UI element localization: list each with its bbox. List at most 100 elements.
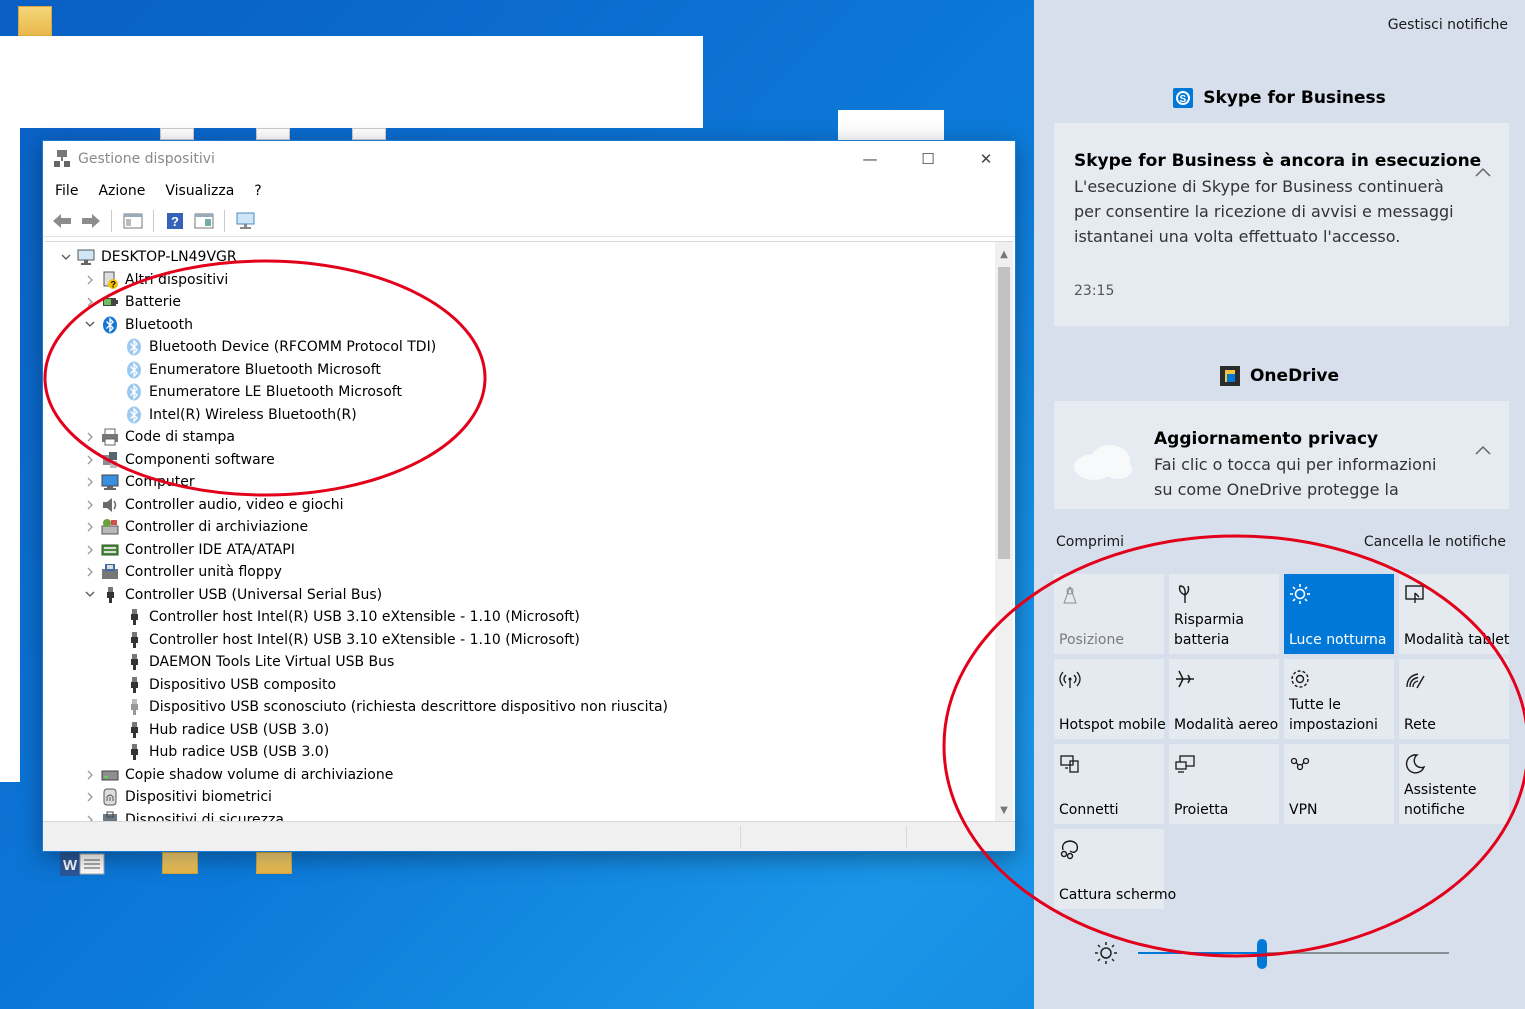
notification-title: Skype for Business è ancora in esecuzion…: [1074, 151, 1482, 171]
scan-hardware-button[interactable]: [233, 208, 258, 233]
quick-action-tablet-mode[interactable]: Modalità tablet: [1399, 574, 1509, 654]
ide-icon: [101, 541, 119, 559]
collapsed-chevron-icon[interactable]: [83, 455, 97, 465]
collapsed-chevron-icon[interactable]: [83, 770, 97, 780]
collapse-link[interactable]: Comprimi: [1056, 534, 1124, 550]
tree-node[interactable]: DESKTOP-LN49VGR: [45, 246, 993, 269]
expanded-chevron-icon[interactable]: [59, 254, 73, 261]
window-title: Gestione dispositivi: [78, 151, 215, 167]
quick-action-label: Rete: [1404, 717, 1436, 733]
collapsed-chevron-icon[interactable]: [83, 792, 97, 802]
tree-node[interactable]: Dispositivo USB composito: [45, 674, 993, 697]
collapsed-chevron-icon[interactable]: [83, 297, 97, 307]
tree-node[interactable]: Controller host Intel(R) USB 3.10 eXtens…: [45, 606, 993, 629]
tree-node-label: Batterie: [125, 294, 182, 311]
desktop-file-icon[interactable]: [256, 128, 290, 140]
minimize-button[interactable]: —: [841, 141, 899, 177]
tree-node[interactable]: Enumeratore Bluetooth Microsoft: [45, 359, 993, 382]
quick-action-vpn[interactable]: VPN: [1284, 744, 1394, 824]
brightness-icon: [1095, 942, 1117, 968]
arrow-left-icon: [52, 213, 71, 228]
tree-node[interactable]: Copie shadow volume di archiviazione: [45, 764, 993, 787]
tree-node[interactable]: Controller IDE ATA/ATAPI: [45, 539, 993, 562]
collapsed-chevron-icon[interactable]: [83, 522, 97, 532]
tree-node[interactable]: Controller di archiviazione: [45, 516, 993, 539]
skype-notification[interactable]: Skype for Business è ancora in esecuzion…: [1054, 123, 1509, 326]
collapsed-chevron-icon[interactable]: [83, 567, 97, 577]
toolbar-separator: [153, 209, 154, 232]
desktop-folder-icon[interactable]: [18, 6, 52, 36]
scan-monitor-icon: [236, 212, 254, 229]
forward-button[interactable]: [78, 208, 103, 233]
collapsed-chevron-icon[interactable]: [83, 500, 97, 510]
scrollbar-thumb[interactable]: [998, 267, 1010, 559]
close-button[interactable]: ✕: [957, 141, 1015, 177]
tree-node[interactable]: ? Altri dispositivi: [45, 269, 993, 292]
desktop-folder-icon[interactable]: [256, 852, 292, 874]
tree-node[interactable]: Dispositivi biometrici: [45, 786, 993, 809]
collapse-chevron-icon[interactable]: [1475, 165, 1491, 181]
quick-action-network[interactable]: Rete: [1399, 659, 1509, 739]
quick-action-settings[interactable]: Tutte le impostazioni: [1284, 659, 1394, 739]
tree-node[interactable]: Batterie: [45, 291, 993, 314]
quick-action-project[interactable]: Proietta: [1169, 744, 1279, 824]
show-hide-tree-button[interactable]: [120, 208, 145, 233]
monitor-icon: [101, 473, 119, 491]
tree-node[interactable]: Hub radice USB (USB 3.0): [45, 741, 993, 764]
help-button[interactable]: ?: [162, 208, 187, 233]
tree-node[interactable]: Bluetooth Device (RFCOMM Protocol TDI): [45, 336, 993, 359]
tree-node[interactable]: Controller USB (Universal Serial Bus): [45, 584, 993, 607]
slider-thumb[interactable]: [1257, 939, 1267, 969]
desktop-folder-icon[interactable]: [162, 852, 198, 874]
expanded-chevron-icon[interactable]: [83, 591, 97, 598]
action-center: Gestisci notifiche S Skype for Business …: [1034, 0, 1525, 1009]
tree-node[interactable]: Controller unità floppy: [45, 561, 993, 584]
quick-action-hotspot[interactable]: Hotspot mobile: [1054, 659, 1166, 739]
scroll-up-icon[interactable]: ▲: [995, 245, 1013, 263]
collapsed-chevron-icon[interactable]: [83, 275, 97, 285]
menu-help[interactable]: ?: [254, 183, 261, 199]
vertical-scrollbar[interactable]: ▲ ▼: [995, 242, 1013, 821]
maximize-button[interactable]: ☐: [899, 141, 957, 177]
usb-warn-icon: [125, 698, 143, 716]
scroll-down-icon[interactable]: ▼: [995, 801, 1013, 819]
collapsed-chevron-icon[interactable]: [83, 432, 97, 442]
manage-notifications-link[interactable]: Gestisci notifiche: [1388, 17, 1508, 33]
word-document-icon[interactable]: W: [60, 852, 106, 876]
tree-node[interactable]: Hub radice USB (USB 3.0): [45, 719, 993, 742]
tree-node[interactable]: Dispositivo USB sconosciuto (richiesta d…: [45, 696, 993, 719]
quick-action-focus-assist[interactable]: Assistente notifiche: [1399, 744, 1509, 824]
properties-button[interactable]: [191, 208, 216, 233]
quick-action-location[interactable]: Posizione: [1054, 574, 1164, 654]
device-tree-pane[interactable]: DESKTOP-LN49VGR? Altri dispositivi Batteri…: [45, 241, 1013, 821]
quick-action-snip[interactable]: Cattura schermo: [1054, 829, 1176, 909]
tree-node[interactable]: Intel(R) Wireless Bluetooth(R): [45, 404, 993, 427]
onedrive-notification[interactable]: Aggiornamento privacy Fai clic o tocca q…: [1054, 401, 1509, 509]
back-button[interactable]: [49, 208, 74, 233]
tree-node[interactable]: Computer: [45, 471, 993, 494]
quick-action-battery-saver[interactable]: Risparmia batteria: [1169, 574, 1279, 654]
tree-node[interactable]: Code di stampa: [45, 426, 993, 449]
tree-node[interactable]: Controller audio, video e giochi: [45, 494, 993, 517]
project-icon: [1174, 753, 1195, 773]
quick-action-airplane[interactable]: Modalità aereo: [1169, 659, 1279, 739]
quick-action-connect[interactable]: Connetti: [1054, 744, 1164, 824]
menu-azione[interactable]: Azione: [98, 183, 145, 199]
expanded-chevron-icon[interactable]: [83, 321, 97, 328]
menu-visualizza[interactable]: Visualizza: [165, 183, 234, 199]
collapsed-chevron-icon[interactable]: [83, 477, 97, 487]
tree-node[interactable]: Componenti software: [45, 449, 993, 472]
tree-node[interactable]: Bluetooth: [45, 314, 993, 337]
tree-node[interactable]: Controller host Intel(R) USB 3.10 eXtens…: [45, 629, 993, 652]
desktop-file-icon[interactable]: [352, 128, 386, 140]
menu-file[interactable]: File: [55, 183, 78, 199]
collapsed-chevron-icon[interactable]: [83, 545, 97, 555]
tree-node[interactable]: DAEMON Tools Lite Virtual USB Bus: [45, 651, 993, 674]
skype-app-name: Skype for Business: [1203, 88, 1386, 108]
clear-notifications-link[interactable]: Cancella le notifiche: [1364, 534, 1506, 550]
desktop-file-icon[interactable]: [160, 128, 194, 140]
tree-node[interactable]: Dispositivi di sicurezza: [45, 809, 993, 821]
collapse-chevron-icon[interactable]: [1475, 443, 1491, 459]
tree-node[interactable]: Enumeratore LE Bluetooth Microsoft: [45, 381, 993, 404]
quick-action-night-light[interactable]: Luce notturna: [1284, 574, 1394, 654]
